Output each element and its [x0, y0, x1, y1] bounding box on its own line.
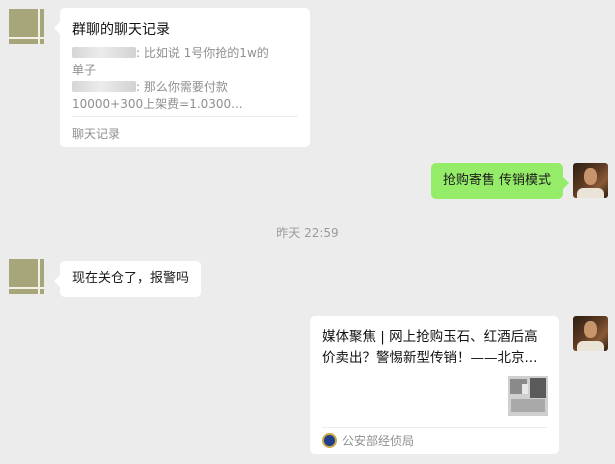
chat-record-line-continued: 10000+300上架费=1.0300... [72, 97, 243, 111]
card-divider [322, 427, 547, 428]
chat-record-title: 群聊的聊天记录 [72, 22, 170, 38]
chat-record-card[interactable]: 群聊的聊天记录 : 比如说 1号你抢的1w的 单子 : 那么你需要付款 1000… [54, 8, 310, 147]
group-avatar[interactable] [9, 259, 44, 294]
redacted-sender-name [72, 81, 136, 92]
chat-record-line: : 那么你需要付款 [72, 79, 228, 96]
chat-record-line-continued: 单子 [72, 63, 97, 77]
user-avatar[interactable] [573, 316, 608, 351]
chat-record-line: : 比如说 1号你抢的1w的 [72, 45, 269, 62]
received-message-bubble[interactable]: 现在关仓了，报警吗 [53, 261, 202, 297]
redacted-sender-name [72, 47, 136, 58]
sent-message-text: 抢购寄售 传销模式 [442, 173, 551, 188]
link-thumbnail-image [508, 376, 548, 416]
link-source-name: 公安部经侦局 [342, 434, 415, 448]
chat-record-footer: 聊天记录 [72, 127, 121, 141]
sent-message-bubble[interactable]: 抢购寄售 传销模式 [430, 163, 570, 199]
link-card[interactable]: 媒体聚焦 | 网上抢购玉石、红酒后高价卖出？警惕新型传销！——北京... 公安部… [310, 316, 559, 454]
timestamp: 昨天 22:59 [276, 226, 339, 240]
police-badge-icon [322, 433, 337, 448]
received-message-text: 现在关仓了，报警吗 [72, 271, 190, 286]
group-avatar[interactable] [9, 9, 44, 44]
card-divider [72, 116, 298, 117]
link-card-title: 媒体聚焦 | 网上抢购玉石、红酒后高价卖出？警惕新型传销！——北京... [322, 329, 538, 366]
user-avatar[interactable] [573, 163, 608, 198]
